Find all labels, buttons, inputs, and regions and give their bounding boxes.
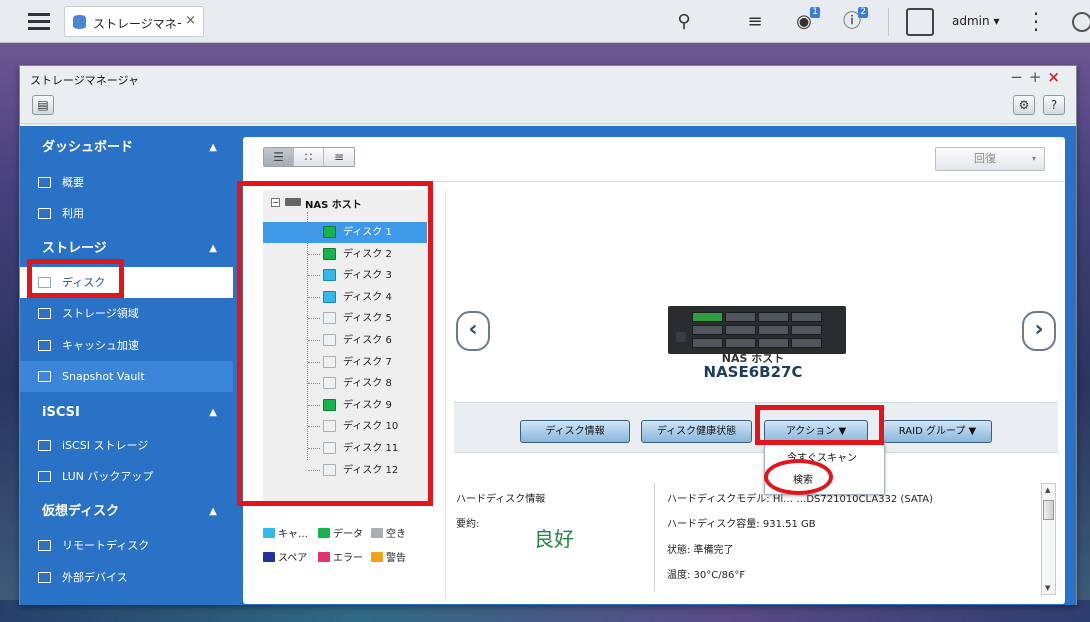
sidebar-item-remote-disk[interactable]: リモートディスク <box>20 530 233 561</box>
taskbar-divider <box>888 8 889 36</box>
notification-badge: 2 <box>858 7 868 18</box>
bar-chart-icon <box>38 208 51 219</box>
window-controls: −+× <box>1010 68 1066 86</box>
device-name: NASE6B27C <box>703 363 803 381</box>
legend-error: エラー <box>318 549 363 564</box>
gear-icon[interactable]: ⚙ <box>1013 95 1035 115</box>
summary-label: 要約: <box>456 519 480 530</box>
error-disk-icon <box>318 552 330 562</box>
annotation-highlight-disk <box>27 259 124 298</box>
nas-device-image <box>668 306 846 354</box>
close-window-icon[interactable]: × <box>1047 68 1066 86</box>
user-menu[interactable]: admin ▾ <box>952 14 999 28</box>
taskbar-tab-label: ストレージマネー… <box>93 17 181 31</box>
search-icon[interactable]: ⚲ <box>670 9 698 35</box>
lun-backup-icon <box>38 471 51 482</box>
disk-temperature: 温度: 30°C/86°F <box>667 570 746 581</box>
sidebar-item-overview[interactable]: 概要 <box>20 167 233 198</box>
view-switcher: ☰ ∷ ≡ <box>263 147 355 167</box>
sidebar: ダッシュボード ▲ 概要 利用 ストレージ ▲ ディスク ストレージ領域 キャッシュ… <box>20 126 233 605</box>
storage-icon <box>38 308 51 319</box>
next-device-button[interactable]: › <box>1022 311 1056 351</box>
sidebar-item-external-device[interactable]: 外部デバイス <box>20 562 233 593</box>
snapshot-icon <box>38 371 51 382</box>
close-icon[interactable]: × <box>185 13 196 28</box>
info-notification-icon[interactable]: ⓘ 2 <box>838 7 868 35</box>
remote-disk-icon <box>38 540 51 551</box>
warning-disk-icon <box>371 552 383 562</box>
legend-cache: キャ… <box>263 525 308 540</box>
info-divider <box>654 483 655 591</box>
annotation-highlight-action <box>755 405 884 445</box>
event-notification-icon[interactable]: ◉ 1 <box>790 7 820 35</box>
task-stack-icon[interactable]: ≡ <box>741 9 769 35</box>
scroll-down-icon: ▼ <box>1045 584 1051 592</box>
info-scrollbar[interactable]: ▲ ▼ <box>1041 483 1056 595</box>
chevron-up-icon: ▲ <box>209 243 217 254</box>
disk-health-button[interactable]: ディスク健康状態 <box>641 420 752 443</box>
cache-disk-icon <box>263 528 275 538</box>
taskbar-tab-storage-manager[interactable]: ストレージマネー… × <box>64 6 204 37</box>
iscsi-icon <box>38 440 51 451</box>
legend-spare: スペア <box>263 549 307 564</box>
sidebar-item-lun-backup[interactable]: LUN バックアップ <box>20 461 233 492</box>
help-icon[interactable]: ? <box>1043 95 1065 115</box>
storage-manager-window: ストレージマネージャ −+× ▤ ⚙ ? ダッシュボード ▲ 概要 利用 ストレー… <box>19 65 1077 605</box>
sidebar-toggle-icon[interactable]: ▤ <box>32 95 54 115</box>
data-disk-icon <box>318 528 330 538</box>
maximize-icon[interactable]: + <box>1029 68 1048 86</box>
window-toolbar: ▤ ⚙ ? <box>20 88 1076 124</box>
disk-capacity: ハードディスク容量: 931.51 GB <box>667 519 816 530</box>
disk-status: 状態: 準備完了 <box>667 545 734 556</box>
dashboard-icon[interactable] <box>1072 12 1090 32</box>
disk-info-button[interactable]: ディスク情報 <box>520 420 630 443</box>
database-icon <box>73 15 86 29</box>
panel-divider <box>445 190 446 600</box>
chevron-up-icon: ▲ <box>209 506 217 517</box>
raid-group-button[interactable]: RAID グループ ▼ <box>883 420 992 443</box>
legend-free: 空き <box>371 525 406 540</box>
free-disk-icon <box>371 528 383 538</box>
overview-icon <box>38 177 51 188</box>
scroll-up-icon: ▲ <box>1045 486 1051 494</box>
caret-down-icon: ▾ <box>1031 154 1036 163</box>
caret-down-icon: ▾ <box>993 14 1000 28</box>
minimize-icon[interactable]: − <box>1010 68 1029 86</box>
detail-view-icon[interactable]: ≡ <box>324 148 354 166</box>
spare-disk-icon <box>263 552 275 562</box>
previous-device-button[interactable]: ‹ <box>456 311 490 351</box>
annotation-circle-locate <box>764 459 833 495</box>
grid-view-icon[interactable]: ∷ <box>294 148 324 166</box>
sidebar-item-iscsi-storage[interactable]: iSCSI ストレージ <box>20 430 233 461</box>
power-led <box>676 332 686 342</box>
notification-badge: 1 <box>810 7 820 18</box>
user-name: admin <box>952 14 990 28</box>
chevron-up-icon: ▲ <box>209 407 217 418</box>
hamburger-menu-icon[interactable] <box>28 11 50 31</box>
sidebar-section-iscsi[interactable]: iSCSI ▲ <box>20 397 233 429</box>
more-options-icon[interactable]: · · · <box>1032 4 1040 40</box>
sidebar-item-cache-acceleration[interactable]: キャッシュ加速 <box>20 330 233 361</box>
chevron-up-icon: ▲ <box>209 142 217 153</box>
annotation-highlight-tree <box>237 181 433 506</box>
scroll-thumb <box>1043 500 1054 520</box>
cache-icon <box>38 340 51 351</box>
window-title: ストレージマネージャ <box>30 74 140 87</box>
sidebar-item-usage[interactable]: 利用 <box>20 198 233 229</box>
info-section-title: ハードディスク情報 <box>456 494 546 505</box>
taskbar: ストレージマネー… × ⚲ ≡ ◉1 ⓘ2 admin ▾ ··· <box>0 0 1090 43</box>
list-view-icon[interactable]: ☰ <box>264 148 294 166</box>
sidebar-item-snapshot-vault[interactable]: Snapshot Vault <box>20 361 233 392</box>
sidebar-section-dashboard[interactable]: ダッシュボード ▲ <box>20 132 233 164</box>
sidebar-item-storage-space[interactable]: ストレージ領域 <box>20 298 233 329</box>
sidebar-section-virtual-disk[interactable]: 仮想ディスク ▲ <box>20 496 233 528</box>
legend-data: データ <box>318 525 363 540</box>
user-avatar-icon[interactable] <box>906 8 934 36</box>
legend-warning: 警告 <box>371 549 406 564</box>
external-device-icon <box>38 572 51 583</box>
recover-dropdown[interactable]: 回復 ▾ <box>935 147 1045 171</box>
summary-value: 良好 <box>534 527 574 551</box>
